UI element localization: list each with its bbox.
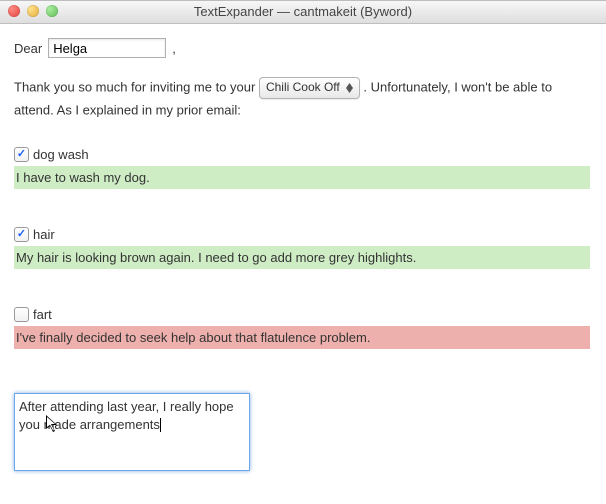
closing-text: xoxo, [14, 499, 592, 504]
close-icon[interactable] [8, 5, 20, 17]
intro-text: Thank you so much for inviting me to you… [14, 76, 592, 121]
expansion-hair: My hair is looking brown again. I need t… [14, 246, 590, 269]
text-expander-window: TextExpander — cantmakeit (Byword) Dear … [0, 0, 606, 504]
titlebar: TextExpander — cantmakeit (Byword) [0, 1, 606, 24]
recipient-name-input[interactable] [48, 38, 166, 58]
expansion-fart: I've finally decided to seek help about … [14, 326, 590, 349]
updown-icon [346, 83, 353, 93]
window-controls [8, 5, 58, 17]
greeting-row: Dear , [14, 38, 592, 58]
intro-before: Thank you so much for inviting me to you… [14, 80, 259, 95]
option-label: hair [33, 227, 55, 242]
option-row-dog-wash: dog wash [14, 147, 592, 162]
minimize-icon[interactable] [27, 5, 39, 17]
expansion-dog-wash: I have to wash my dog. [14, 166, 590, 189]
option-label: fart [33, 307, 52, 322]
signoff: xoxo, David [14, 499, 592, 504]
option-label: dog wash [33, 147, 89, 162]
event-select[interactable]: Chili Cook Off [259, 77, 360, 99]
event-select-value: Chili Cook Off [266, 77, 340, 97]
option-row-fart: fart [14, 307, 592, 322]
checkbox-dog-wash[interactable] [14, 147, 29, 162]
greeting-prefix: Dear [14, 41, 42, 56]
text-caret [160, 418, 161, 432]
option-row-hair: hair [14, 227, 592, 242]
zoom-icon[interactable] [46, 5, 58, 17]
window-title: TextExpander — cantmakeit (Byword) [194, 4, 412, 19]
greeting-suffix: , [172, 41, 176, 56]
checkbox-fart[interactable] [14, 307, 29, 322]
checkbox-hair[interactable] [14, 227, 29, 242]
freeform-textarea[interactable]: After attending last year, I really hope… [14, 393, 250, 471]
form-content: Dear , Thank you so much for inviting me… [0, 24, 606, 504]
